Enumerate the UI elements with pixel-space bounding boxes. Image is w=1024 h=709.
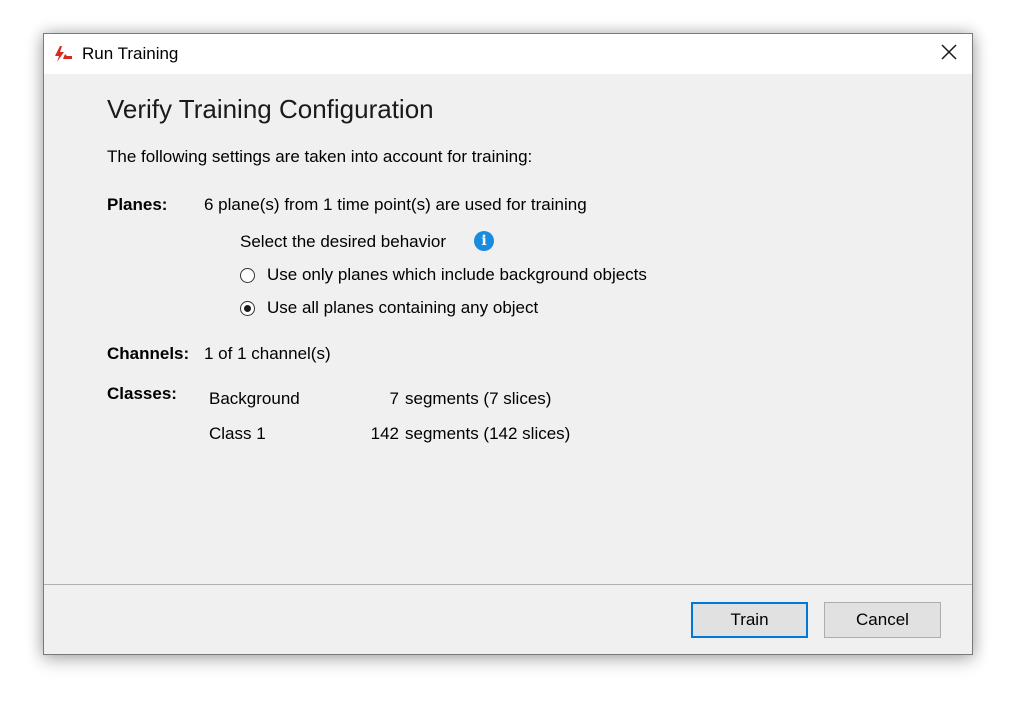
close-icon	[940, 43, 958, 66]
radio-background-planes[interactable]: Use only planes which include background…	[240, 265, 647, 285]
radio-button-selected[interactable]	[240, 300, 255, 316]
radio-button[interactable]	[240, 267, 255, 283]
run-training-dialog: Run Training Verify Training Configurati…	[43, 33, 973, 655]
close-button[interactable]	[926, 34, 972, 74]
button-bar: Train Cancel	[44, 585, 972, 654]
train-button[interactable]: Train	[691, 602, 808, 638]
window-title: Run Training	[82, 44, 179, 63]
class-detail: segments (7 slices)	[405, 389, 552, 408]
class-count: 7	[389, 389, 399, 408]
radio-all-planes[interactable]: Use all planes containing any object	[240, 298, 538, 318]
channels-value: 1 of 1 channel(s)	[204, 344, 331, 363]
intro-text: The following settings are taken into ac…	[107, 147, 533, 166]
dialog-content: Verify Training Configuration The follow…	[44, 74, 972, 584]
channels-label: Channels:	[107, 344, 190, 363]
radio-label: Use only planes which include background…	[267, 265, 647, 284]
behavior-label: Select the desired behavior	[240, 232, 447, 251]
class-count: 142	[370, 424, 399, 443]
planes-label: Planes:	[107, 195, 168, 214]
classes-label: Classes:	[107, 384, 177, 403]
title-bar[interactable]: Run Training	[44, 34, 972, 74]
app-logo-icon	[53, 45, 73, 63]
class-name: Class 1	[209, 424, 266, 443]
radio-label: Use all planes containing any object	[267, 298, 539, 317]
info-icon[interactable]: i	[474, 231, 494, 251]
class-name: Background	[209, 389, 300, 408]
planes-value: 6 plane(s) from 1 time point(s) are used…	[204, 195, 587, 214]
dialog-shadow: Run Training Verify Training Configurati…	[43, 33, 973, 655]
cancel-button[interactable]: Cancel	[824, 602, 941, 638]
page-title: Verify Training Configuration	[107, 94, 434, 124]
class-detail: segments (142 slices)	[405, 424, 571, 443]
